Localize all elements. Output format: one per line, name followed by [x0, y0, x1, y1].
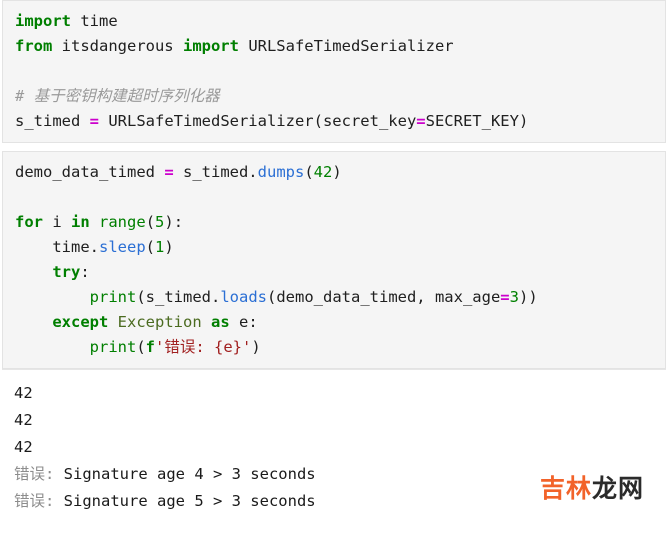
code-token: :	[80, 263, 90, 281]
notebook-page: import time from itsdangerous import URL…	[0, 0, 668, 540]
code-token: import	[182, 37, 239, 55]
code-token: 5	[155, 213, 165, 231]
code-token: )	[332, 163, 342, 181]
code-token: as	[211, 313, 230, 331]
code-token: try	[52, 263, 81, 281]
output-line-text: 42	[14, 384, 33, 402]
code-line: from itsdangerous import URLSafeTimedSer…	[15, 34, 665, 59]
code-token: URLSafeTimedSerializer(secret_key	[99, 112, 417, 130]
output-cell: 42 42 42 错误: Signature age 4 > 3 seconds…	[2, 369, 666, 521]
code-token: dumps	[257, 163, 305, 181]
code-cell-2[interactable]: demo_data_timed = s_timed.dumps(42) for …	[2, 151, 666, 369]
code-line: import time	[15, 9, 665, 34]
code-token: for	[15, 213, 43, 231]
code-token: (demo_data_timed, max_age	[267, 288, 501, 306]
output-line: 42	[14, 380, 666, 407]
watermark-accent: 吉林	[539, 474, 592, 503]
output-line: 42	[14, 434, 666, 461]
code-token: e:	[229, 313, 258, 331]
code-token: )	[164, 238, 174, 256]
output-line: 42	[14, 407, 666, 434]
watermark: 吉林龙网	[540, 469, 644, 505]
code-token: (	[304, 163, 314, 181]
code-token: (	[145, 213, 156, 231]
code-token: (s_timed.	[136, 288, 221, 306]
code-token: i	[43, 213, 71, 231]
output-line-prefix: 错误:	[14, 492, 64, 510]
code-token: from	[15, 37, 53, 55]
code-line: except Exception as e:	[15, 310, 665, 335]
code-token: except	[52, 313, 109, 331]
code-line: print(f'错误: {e}')	[15, 335, 665, 360]
code-token: time.	[15, 238, 99, 256]
code-token: =	[416, 112, 426, 130]
code-line: demo_data_timed = s_timed.dumps(42)	[15, 160, 665, 185]
code-token: URLSafeTimedSerializer	[238, 37, 454, 55]
code-token: time	[71, 12, 118, 30]
code-token: ))	[518, 288, 538, 306]
code-token: Exception	[117, 313, 202, 331]
code-line: print(s_timed.loads(demo_data_timed, max…	[15, 285, 665, 310]
code-token: =	[89, 112, 99, 130]
code-token: # 基于密钥构建超时序列化器	[15, 87, 220, 105]
output-line-text: 42	[14, 438, 33, 456]
code-line: s_timed = URLSafeTimedSerializer(secret_…	[15, 109, 665, 134]
code-token: itsdangerous	[52, 37, 183, 55]
code-token: in	[71, 213, 90, 231]
code-token: (	[136, 338, 146, 356]
code-token: s_timed	[15, 112, 90, 130]
code-token: print	[89, 338, 137, 356]
code-token: import	[15, 12, 71, 30]
code-line: try:	[15, 260, 665, 285]
code-token: =	[500, 288, 510, 306]
code-token: f	[145, 338, 156, 356]
code-cell-1[interactable]: import time from itsdangerous import URL…	[2, 0, 666, 143]
code-token: (	[145, 238, 156, 256]
code-token: =	[164, 163, 174, 181]
code-line: time.sleep(1)	[15, 235, 665, 260]
code-token: SECRET_KEY)	[425, 112, 529, 130]
code-token: range	[99, 213, 146, 231]
code-token: 3	[509, 288, 519, 306]
output-line-text: Signature age 5 > 3 seconds	[63, 492, 316, 510]
code-token: loads	[220, 288, 267, 306]
output-line-text: Signature age 4 > 3 seconds	[63, 465, 316, 483]
watermark-dark: 龙网	[591, 474, 644, 503]
code-token: '错误: {e}'	[155, 338, 252, 356]
output-line-prefix: 错误:	[14, 465, 64, 483]
code-comment-line: # 基于密钥构建超时序列化器	[15, 84, 665, 109]
code-token: )	[251, 338, 261, 356]
code-token: ):	[164, 213, 184, 231]
code-token: sleep	[99, 238, 146, 256]
code-token: 42	[313, 163, 333, 181]
code-token: s_timed.	[173, 163, 258, 181]
code-token: 1	[155, 238, 165, 256]
code-line: for i in range(5):	[15, 210, 665, 235]
code-token: demo_data_timed	[15, 163, 165, 181]
code-token: print	[89, 288, 137, 306]
output-line-text: 42	[14, 411, 33, 429]
